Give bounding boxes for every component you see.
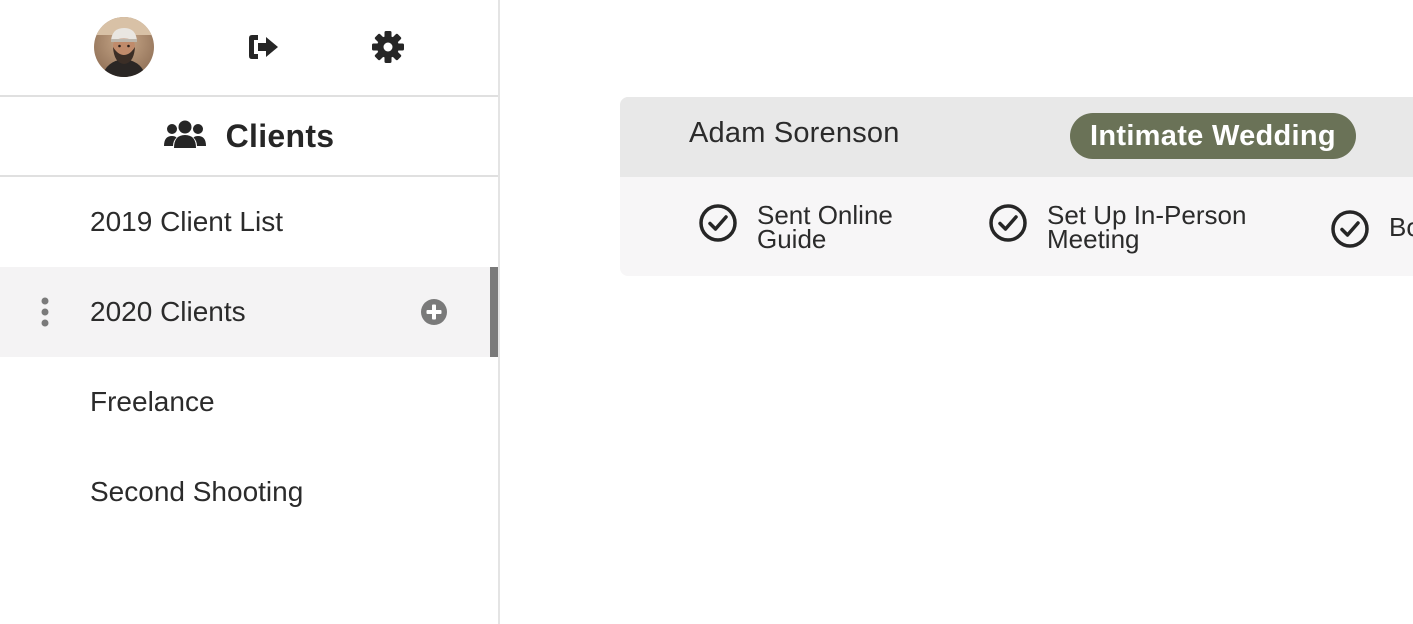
- list-item-label: Second Shooting: [90, 476, 304, 507]
- list-item-active[interactable]: 2020 Clients: [0, 267, 498, 357]
- task-label: Set Up In-Person Meeting: [1047, 202, 1246, 254]
- list-item-label: 2020 Clients: [90, 296, 246, 327]
- task-label-line2: Guide: [757, 224, 827, 254]
- package-badge: Intimate Wedding: [1070, 113, 1356, 159]
- active-indicator: [490, 267, 498, 357]
- sign-out-icon[interactable]: [243, 27, 283, 67]
- task-label: Sent Online Guide: [757, 202, 893, 254]
- app-window: Clients 2019 Client List 2020 Clients Fr…: [0, 0, 1413, 624]
- task-item[interactable]: Set Up In-Person Meeting: [988, 202, 1246, 254]
- task-label: Bo: [1389, 212, 1413, 242]
- section-title: Clients: [225, 117, 335, 154]
- task-label-line2: Meeting: [1047, 224, 1140, 254]
- task-item[interactable]: Sent Online Guide: [698, 202, 893, 254]
- sidebar: Clients 2019 Client List 2020 Clients Fr…: [0, 0, 500, 624]
- check-circle-icon[interactable]: [1330, 203, 1370, 254]
- add-icon[interactable]: [420, 298, 448, 326]
- list-item[interactable]: 2019 Client List: [0, 177, 498, 267]
- more-options-icon[interactable]: [36, 297, 54, 327]
- list-item-label: Freelance: [90, 386, 215, 417]
- main-content: Adam Sorenson Intimate Wedding Sent Onli…: [500, 0, 1413, 624]
- check-circle-icon[interactable]: [698, 203, 738, 248]
- clients-section-header: Clients: [0, 97, 498, 177]
- list-item[interactable]: Freelance: [0, 357, 498, 447]
- task-item[interactable]: Bo: [1330, 203, 1413, 254]
- list-item-label: 2019 Client List: [90, 206, 284, 237]
- gear-icon[interactable]: [368, 27, 408, 67]
- client-name[interactable]: Adam Sorenson: [689, 117, 900, 150]
- client-card[interactable]: Adam Sorenson Intimate Wedding Sent Onli…: [620, 97, 1413, 276]
- sidebar-topbar: [0, 0, 498, 97]
- list-item[interactable]: Second Shooting: [0, 447, 498, 537]
- user-avatar[interactable]: [94, 17, 154, 77]
- check-circle-icon[interactable]: [988, 203, 1028, 248]
- client-card-header: Adam Sorenson Intimate Wedding: [620, 97, 1413, 177]
- users-icon: [163, 119, 206, 154]
- client-list: 2019 Client List 2020 Clients Freelance …: [0, 177, 498, 537]
- task-label-line1: Bo: [1389, 212, 1413, 242]
